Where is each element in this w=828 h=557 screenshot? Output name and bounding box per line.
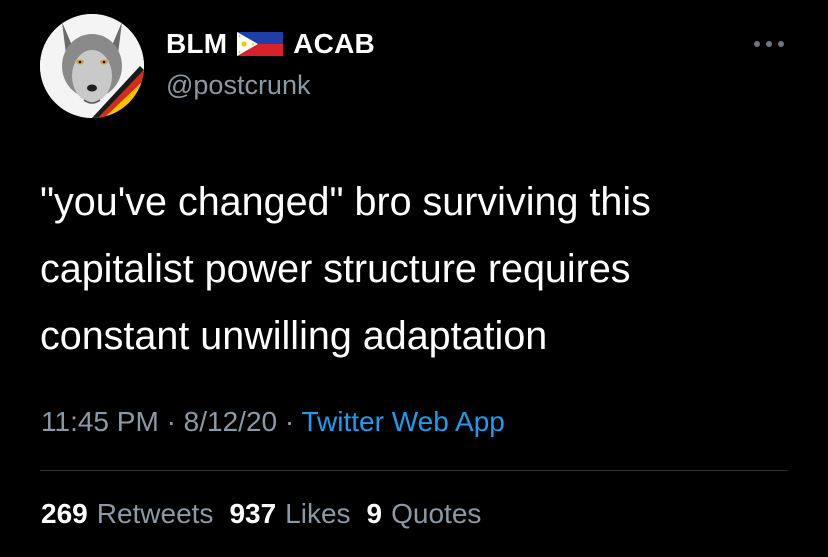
likes-label: Likes — [285, 498, 351, 529]
tweet-text-line: constant unwilling adaptation — [40, 314, 548, 358]
tweet-date[interactable]: 8/12/20 — [184, 406, 277, 437]
separator-dot: · — [166, 406, 176, 437]
quotes-count: 9 — [366, 498, 383, 529]
tweet-source-link[interactable]: Twitter Web App — [301, 406, 504, 437]
divider — [40, 470, 788, 471]
likes-count: 937 — [229, 498, 277, 529]
philippines-flag-icon — [237, 32, 284, 56]
display-name-part2: ACAB — [293, 28, 375, 59]
tweet-stats: 269 Retweets 937 Likes 9 Quotes — [41, 498, 481, 530]
quotes-label: Quotes — [391, 498, 482, 529]
likes-stat[interactable]: 937 Likes — [229, 498, 350, 530]
tweet-metadata: 11:45 PM · 8/12/20 · Twitter Web App — [41, 406, 505, 438]
retweets-label: Retweets — [96, 498, 214, 529]
display-name-part1: BLM — [166, 28, 228, 59]
wolf-avatar — [40, 14, 144, 118]
avatar[interactable] — [40, 14, 144, 118]
separator-dot: · — [284, 406, 295, 437]
user-handle[interactable]: @postcrunk — [166, 70, 310, 101]
display-name[interactable]: BLM ACAB — [166, 28, 375, 60]
more-options-icon[interactable] — [754, 34, 784, 54]
tweet-text-line: "you've changed" bro surviving this — [40, 180, 651, 224]
tweet-text: "you've changed" bro surviving this capi… — [40, 169, 800, 370]
retweets-stat[interactable]: 269 Retweets — [41, 498, 213, 530]
tweet-time[interactable]: 11:45 PM — [41, 406, 159, 437]
quotes-stat[interactable]: 9 Quotes — [367, 498, 482, 530]
tweet-text-line: capitalist power structure requires — [40, 247, 631, 291]
retweets-count: 269 — [41, 498, 88, 529]
